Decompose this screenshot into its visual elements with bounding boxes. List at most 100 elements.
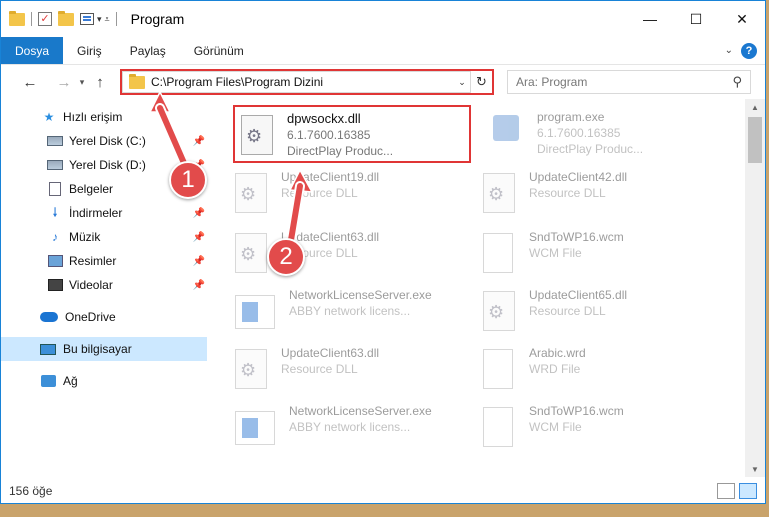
dll-file-icon	[241, 115, 273, 155]
close-button[interactable]: ✕	[719, 1, 765, 37]
recent-locations-icon[interactable]: ▾	[75, 71, 89, 93]
minimize-button[interactable]: —	[627, 1, 673, 37]
title-bar: ✓ ▾ ⩡ Program — ☐ ✕	[1, 1, 765, 37]
ribbon-controls: ⌄ ?	[725, 42, 757, 59]
expand-ribbon-icon[interactable]: ⌄	[725, 45, 733, 56]
help-icon[interactable]: ?	[741, 42, 757, 59]
ribbon-tabs: Dosya Giriş Paylaş Görünüm ⌄ ?	[1, 37, 765, 65]
details-view-icon[interactable]	[717, 483, 735, 499]
sidebar-item-disk-c[interactable]: Yerel Disk (C:) 📌	[1, 129, 209, 153]
file-version: 6.1.7600.16385	[287, 128, 371, 142]
network-icon	[40, 375, 56, 387]
step-1-badge: 1	[169, 161, 207, 199]
videos-icon	[47, 279, 63, 291]
list-item[interactable]: SndToWP16.wcm WCM File	[483, 229, 713, 285]
tab-file[interactable]: Dosya	[1, 37, 64, 64]
search-box[interactable]: ⚲	[507, 70, 751, 94]
address-bar[interactable]: C:\Program Files\Program Dizini ⌄ ↻	[120, 69, 494, 95]
item-count: 156 öğe	[9, 484, 53, 498]
file-name: program.exe	[537, 110, 605, 124]
dll-file-icon	[483, 291, 515, 331]
pin-icon[interactable]: 📌	[193, 256, 205, 267]
forward-arrow-icon[interactable]: →	[53, 71, 75, 93]
file-name: UpdateClient19.dll	[281, 170, 380, 184]
toolbar-divider	[115, 12, 117, 26]
generic-file-icon	[483, 349, 513, 389]
sidebar-item-pictures[interactable]: Resimler 📌	[1, 249, 209, 273]
file-description: DirectPlay Produc...	[287, 144, 394, 158]
up-arrow-icon[interactable]: ↑	[89, 71, 111, 93]
maximize-button[interactable]: ☐	[673, 1, 719, 37]
file-name: NetworkLicenseServer.exe	[289, 288, 432, 302]
dll-file-icon	[483, 173, 515, 213]
vertical-scrollbar[interactable]: ▲ ▼	[745, 99, 765, 477]
list-item-dpwsockx[interactable]: dpwsockx.dll 6.1.7600.16385 DirectPlay P…	[233, 105, 471, 163]
file-type: WRD File	[529, 362, 581, 376]
list-item[interactable]: NetworkLicenseServer.exe ABBY network lic…	[235, 403, 465, 459]
sidebar-item-label: Müzik	[69, 230, 101, 244]
download-icon: 🠓	[52, 204, 58, 219]
star-icon: ★	[43, 110, 55, 124]
list-item[interactable]: Arabic.wrd WRD File	[483, 345, 713, 401]
file-type: WCM File	[529, 246, 582, 260]
file-name: UpdateClient65.dll	[529, 288, 628, 302]
dll-file-icon	[235, 173, 267, 213]
file-version: 6.1.7600.16385	[537, 126, 621, 140]
sidebar-item-music[interactable]: ♪ Müzik 📌	[1, 225, 209, 249]
disk-icon	[47, 136, 63, 146]
scrollbar-thumb[interactable]	[748, 117, 762, 163]
sidebar-item-this-pc[interactable]: Bu bilgisayar	[1, 337, 207, 361]
address-field[interactable]: C:\Program Files\Program Dizini ⌄	[122, 71, 470, 93]
file-type: WCM File	[529, 420, 582, 434]
file-type: ABBY network licens...	[289, 420, 411, 434]
properties-check-icon[interactable]: ✓	[38, 12, 52, 26]
cloud-icon	[40, 312, 58, 322]
tab-view[interactable]: Görünüm	[180, 37, 258, 64]
tab-share[interactable]: Paylaş	[116, 37, 180, 64]
sidebar-item-videos[interactable]: Videolar 📌	[1, 273, 209, 297]
list-item[interactable]: SndToWP16.wcm WCM File	[483, 403, 713, 459]
list-item[interactable]: UpdateClient42.dll Resource DLL	[483, 169, 713, 225]
sidebar-item-downloads[interactable]: 🠓 İndirmeler 📌	[1, 201, 209, 225]
tiles-view-icon[interactable]	[739, 483, 757, 499]
sidebar-item-onedrive[interactable]: OneDrive	[1, 305, 209, 329]
sidebar-item-quick-access[interactable]: ★ Hızlı erişim	[1, 105, 209, 129]
list-item[interactable]: UpdateClient19.dll Resource DLL	[235, 169, 465, 225]
list-item[interactable]: NetworkLicenseServer.exe ABBY network lic…	[235, 287, 465, 343]
customize-toolbar-icon[interactable]: ⩡	[105, 14, 110, 25]
view-switcher	[717, 483, 757, 499]
new-folder-icon[interactable]	[58, 10, 74, 26]
chevron-down-icon[interactable]: ⌄	[454, 77, 470, 88]
list-item-program-exe[interactable]: program.exe 6.1.7600.16385 DirectPlay Pr…	[491, 109, 721, 165]
scroll-down-icon[interactable]: ▼	[745, 461, 765, 477]
disk-icon	[47, 160, 63, 170]
window-title: Program	[130, 11, 185, 27]
chevron-down-icon[interactable]: ▾	[97, 14, 102, 25]
tab-home[interactable]: Giriş	[63, 37, 116, 64]
pin-icon[interactable]: 📌	[193, 280, 205, 291]
back-arrow-icon[interactable]: ←	[19, 71, 41, 93]
sidebar-item-label: Videolar	[69, 278, 113, 292]
scroll-up-icon[interactable]: ▲	[745, 99, 765, 115]
quick-access-toolbar: ✓ ▾ ⩡	[1, 1, 123, 37]
properties-icon[interactable]	[80, 13, 94, 25]
generic-file-icon	[483, 407, 513, 447]
file-name: UpdateClient63.dll	[281, 346, 380, 360]
file-name: SndToWP16.wcm	[529, 230, 624, 244]
sidebar-item-label: Bu bilgisayar	[63, 342, 132, 356]
pin-icon[interactable]: 📌	[193, 208, 205, 219]
address-path[interactable]: C:\Program Files\Program Dizini	[151, 75, 323, 89]
search-icon[interactable]: ⚲	[732, 74, 742, 90]
sidebar-item-network[interactable]: Ağ	[1, 369, 209, 393]
folder-icon	[129, 73, 145, 89]
pin-icon[interactable]: 📌	[193, 136, 205, 147]
file-type: Resource DLL	[281, 362, 358, 376]
dll-file-icon	[235, 349, 267, 389]
search-input[interactable]	[516, 75, 733, 89]
list-item[interactable]: UpdateClient65.dll Resource DLL	[483, 287, 713, 343]
pin-icon[interactable]: 📌	[193, 232, 205, 243]
refresh-icon[interactable]: ↻	[470, 71, 492, 93]
sidebar-item-label: Yerel Disk (C:)	[69, 134, 146, 148]
file-type: Resource DLL	[281, 186, 358, 200]
list-item[interactable]: UpdateClient63.dll Resource DLL	[235, 345, 465, 401]
